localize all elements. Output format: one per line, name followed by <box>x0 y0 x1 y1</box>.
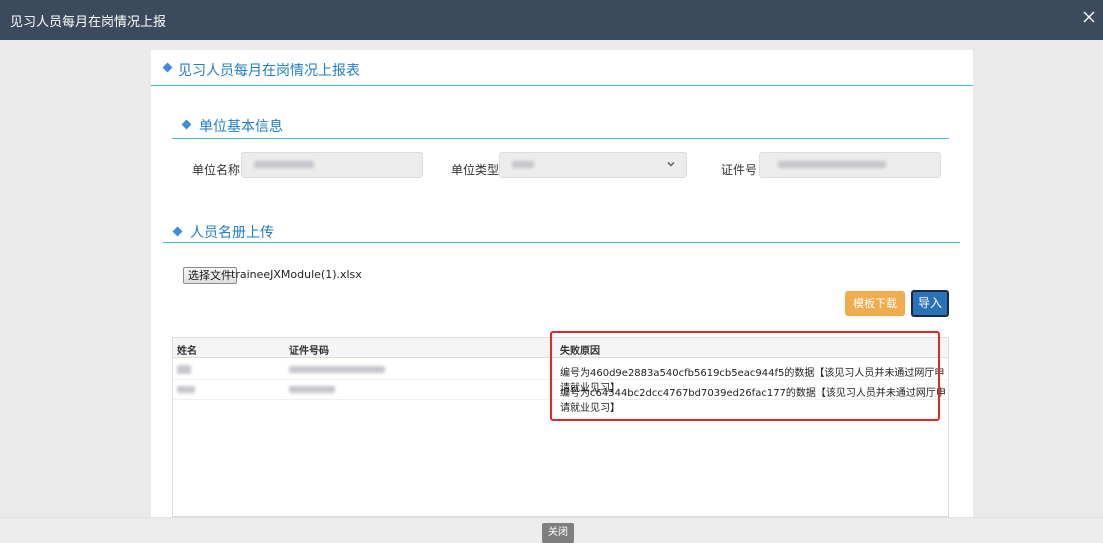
close-button[interactable]: 关闭 <box>542 523 574 543</box>
close-icon[interactable] <box>1081 9 1097 25</box>
dialog-title: 见习人员每月在岗情况上报 <box>10 15 167 30</box>
roster-divider <box>163 242 960 243</box>
dialog-titlebar: 见习人员每月在岗情况上报 <box>0 0 1103 40</box>
redacted-name <box>177 365 191 374</box>
panel-header: 见习人员每月在岗情况上报表 <box>151 50 973 86</box>
unit-name-field[interactable] <box>241 152 423 178</box>
redacted-id-number <box>289 366 385 373</box>
redacted-name <box>177 386 195 393</box>
template-download-button[interactable]: 模板下载 <box>845 291 905 316</box>
unit-info-divider <box>172 138 949 139</box>
roster-section-title: 人员名册上传 <box>190 225 274 241</box>
diamond-icon <box>162 62 173 73</box>
highlight-box <box>550 331 940 421</box>
redacted-id-number <box>289 386 335 393</box>
redacted-value <box>254 161 314 168</box>
cert-no-field[interactable] <box>759 152 941 178</box>
choose-file-button[interactable]: 选择文件 <box>183 267 237 284</box>
redacted-value <box>778 161 886 168</box>
selected-file-name: traineeJXModule(1).xlsx <box>231 268 362 281</box>
cert-no-label: 证件号 <box>721 163 758 177</box>
unit-type-label: 单位类型 <box>451 163 500 177</box>
import-button[interactable]: 导入 <box>911 290 949 317</box>
column-header-id-number: 证件号码 <box>289 346 329 357</box>
unit-name-label: 单位名称 <box>192 163 241 177</box>
unit-info-section-title: 单位基本信息 <box>199 119 283 135</box>
unit-type-select[interactable] <box>499 152 687 178</box>
chevron-down-icon <box>667 162 675 167</box>
redacted-value <box>512 161 534 168</box>
panel-title: 见习人员每月在岗情况上报表 <box>178 63 360 79</box>
column-header-name: 姓名 <box>177 346 197 357</box>
